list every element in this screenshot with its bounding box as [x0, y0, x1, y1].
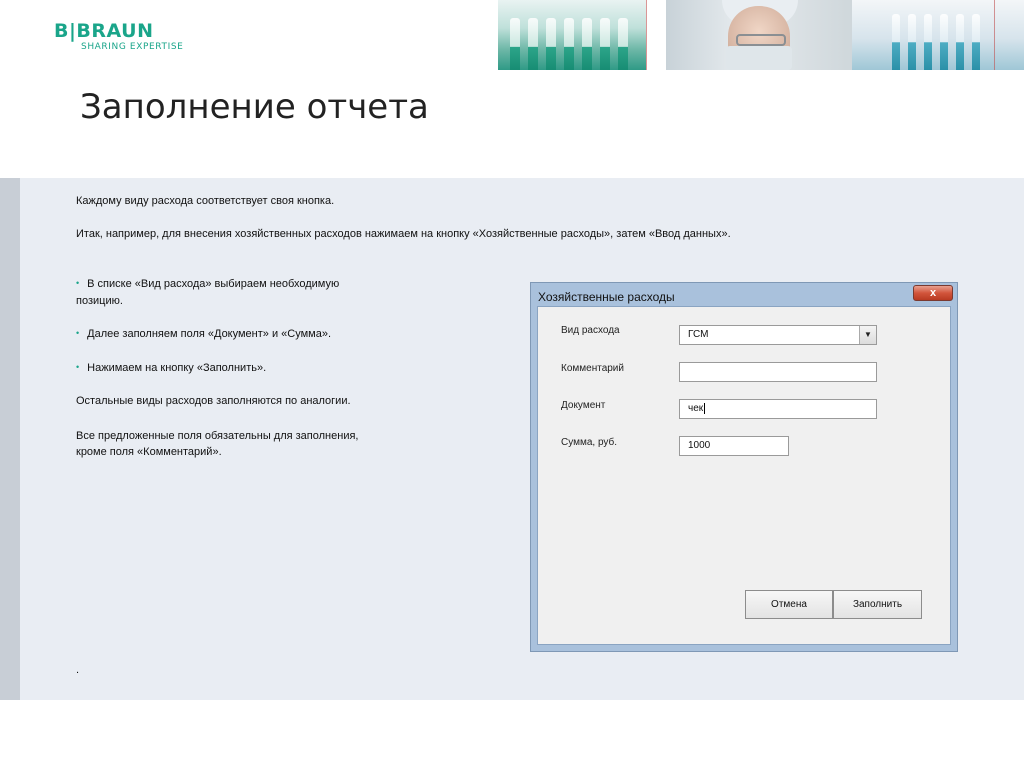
logo-tagline: SHARING EXPERTISE: [81, 42, 184, 52]
lab-vials-image: [852, 0, 1024, 70]
expense-type-label: Вид расхода: [561, 325, 620, 336]
document-field[interactable]: чек: [679, 399, 877, 419]
amount-field[interactable]: 1000: [679, 436, 789, 456]
dialog-title: Хозяйственные расходы: [538, 290, 675, 304]
lab-tubes-image: [498, 0, 646, 70]
expenses-dialog: Хозяйственные расходы x Вид расхода ГСМ …: [530, 282, 958, 652]
braun-logo: B|BRAUN SHARING EXPERTISE: [54, 21, 183, 53]
required-fields-paragraph: Все предложенные поля обязательны для за…: [76, 430, 359, 442]
comment-field[interactable]: [679, 362, 877, 382]
dialog-body: Вид расхода ГСМ ▼ Комментарий Документ ч…: [537, 306, 951, 645]
close-button[interactable]: x: [913, 285, 953, 301]
cancel-button[interactable]: Отмена: [745, 590, 833, 619]
left-accent-bar: [0, 178, 20, 700]
example-paragraph: Итак, например, для внесения хозяйственн…: [76, 228, 731, 240]
bullet-marker: •: [76, 362, 80, 372]
expense-type-select[interactable]: ГСМ ▼: [679, 325, 877, 345]
header-banner-image: [498, 0, 1024, 70]
intro-paragraph: Каждому виду расхода соответствует своя …: [76, 195, 335, 207]
comment-label: Комментарий: [561, 363, 624, 374]
text-cursor: [704, 402, 706, 414]
required-fields-paragraph-cont: кроме поля «Комментарий».: [76, 446, 222, 458]
bullet-text: Нажимаем на кнопку «Заполнить».: [87, 362, 267, 374]
amount-label: Сумма, руб.: [561, 437, 618, 448]
slide-title: Заполнение отчета: [80, 87, 429, 127]
bullet-item: • Нажимаем на кнопку «Заполнить».: [76, 360, 266, 377]
chevron-down-icon[interactable]: ▼: [859, 326, 876, 344]
bullet-text-continuation: позицию.: [76, 295, 123, 307]
expense-type-value: ГСМ: [688, 329, 709, 340]
bullet-item: • Далее заполняем поля «Документ» и «Сумм…: [76, 326, 331, 343]
bullet-text: В списке «Вид расхода» выбираем необходи…: [87, 278, 340, 290]
bullet-text: Далее заполняем поля «Документ» и «Сумма…: [87, 328, 332, 340]
bullet-marker: •: [76, 328, 80, 338]
document-label: Документ: [561, 400, 606, 411]
bullet-item: • В списке «Вид расхода» выбираем необход…: [76, 276, 339, 293]
fill-button[interactable]: Заполнить: [833, 590, 922, 619]
document-value: чек: [688, 403, 704, 414]
analogy-paragraph: Остальные виды расходов заполняются по а…: [76, 395, 351, 407]
footnote-dot: .: [76, 664, 80, 676]
bullet-marker: •: [76, 278, 80, 288]
lab-worker-image: [666, 0, 852, 70]
logo-text: B|BRAUN: [54, 20, 154, 42]
